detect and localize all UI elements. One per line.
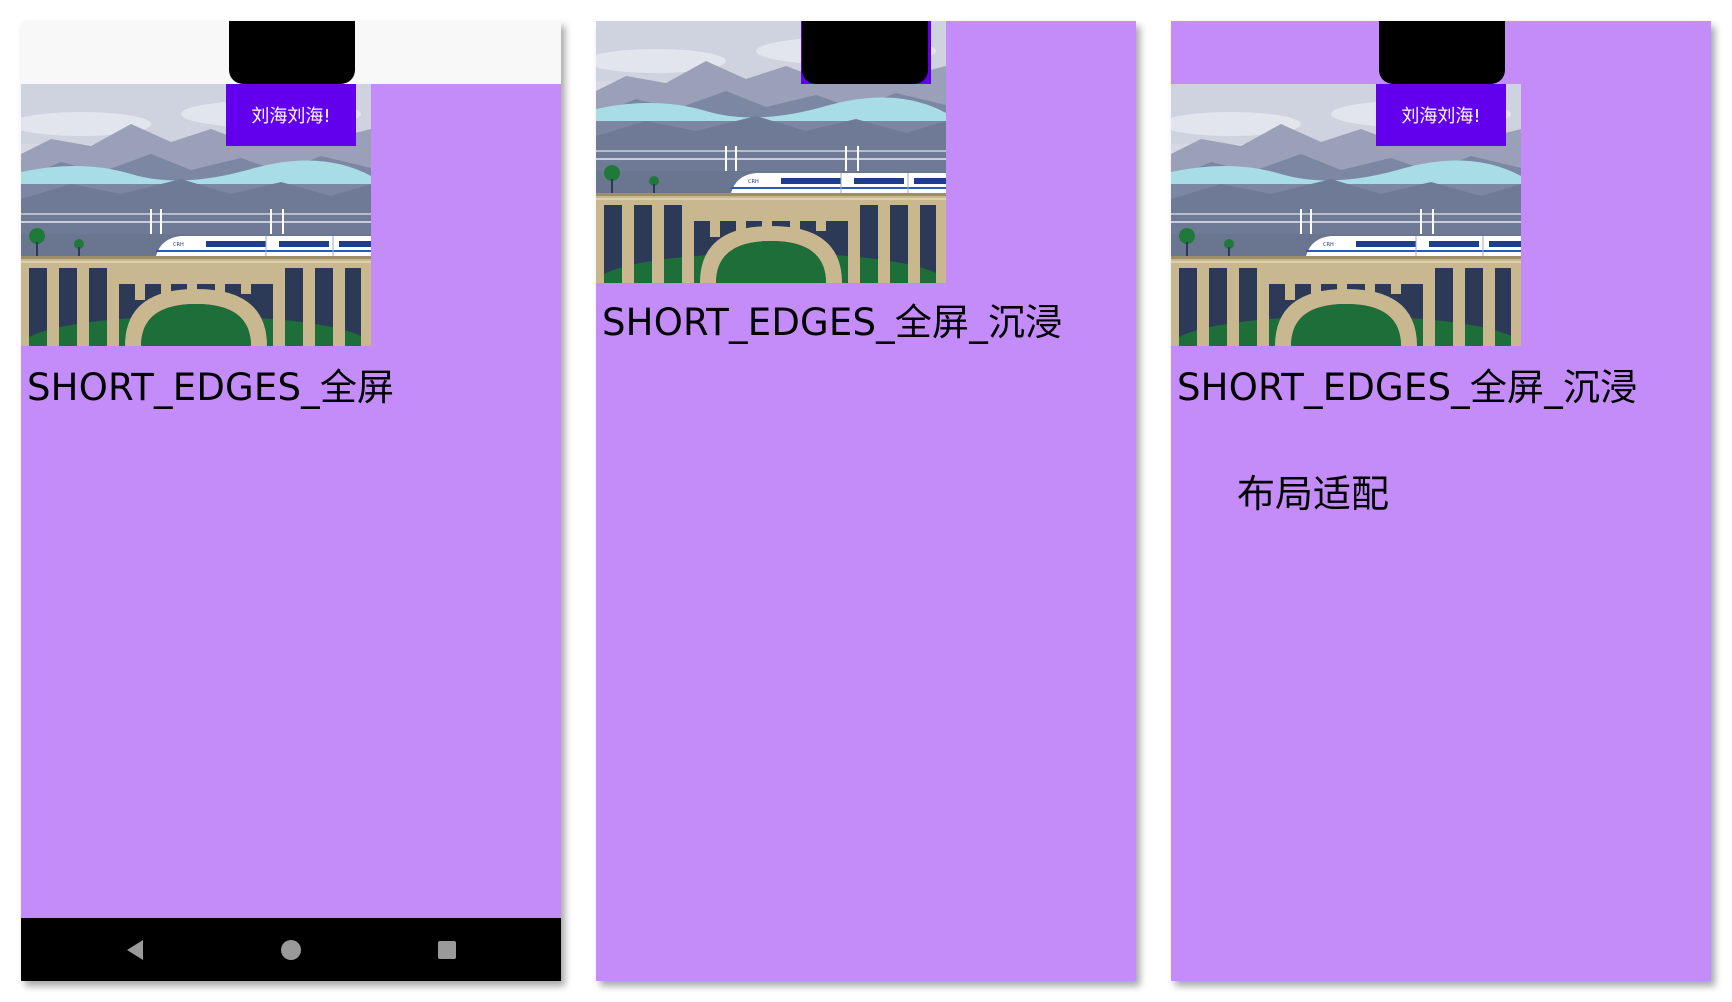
phone-screen-short-edges-immersive-adapted: 刘海刘海! SHORT_EDGES_全屏_沉浸 布局适配 <box>1171 21 1711 981</box>
phone-screen-short-edges-immersive: SHORT_EDGES_全屏_沉浸 <box>596 21 1136 981</box>
camera-notch <box>802 21 928 84</box>
recents-square-icon[interactable] <box>435 938 459 962</box>
mode-title: SHORT_EDGES_全屏 <box>27 366 395 409</box>
mode-title: SHORT_EDGES_全屏_沉浸 <box>602 301 1063 344</box>
phone-screen-short-edges-fullscreen: 刘海刘海! SHORT_EDGES_全屏 <box>21 21 561 981</box>
camera-notch <box>1379 21 1505 84</box>
camera-notch <box>229 21 355 84</box>
notch-test-button[interactable]: 刘海刘海! <box>226 84 356 146</box>
back-triangle-icon[interactable] <box>123 938 147 962</box>
layout-adaptation-label: 布局适配 <box>1237 472 1390 516</box>
home-circle-icon[interactable] <box>279 938 303 962</box>
notch-test-button[interactable]: 刘海刘海! <box>1376 84 1506 146</box>
navigation-bar <box>21 918 561 981</box>
mode-title: SHORT_EDGES_全屏_沉浸 <box>1177 366 1638 409</box>
